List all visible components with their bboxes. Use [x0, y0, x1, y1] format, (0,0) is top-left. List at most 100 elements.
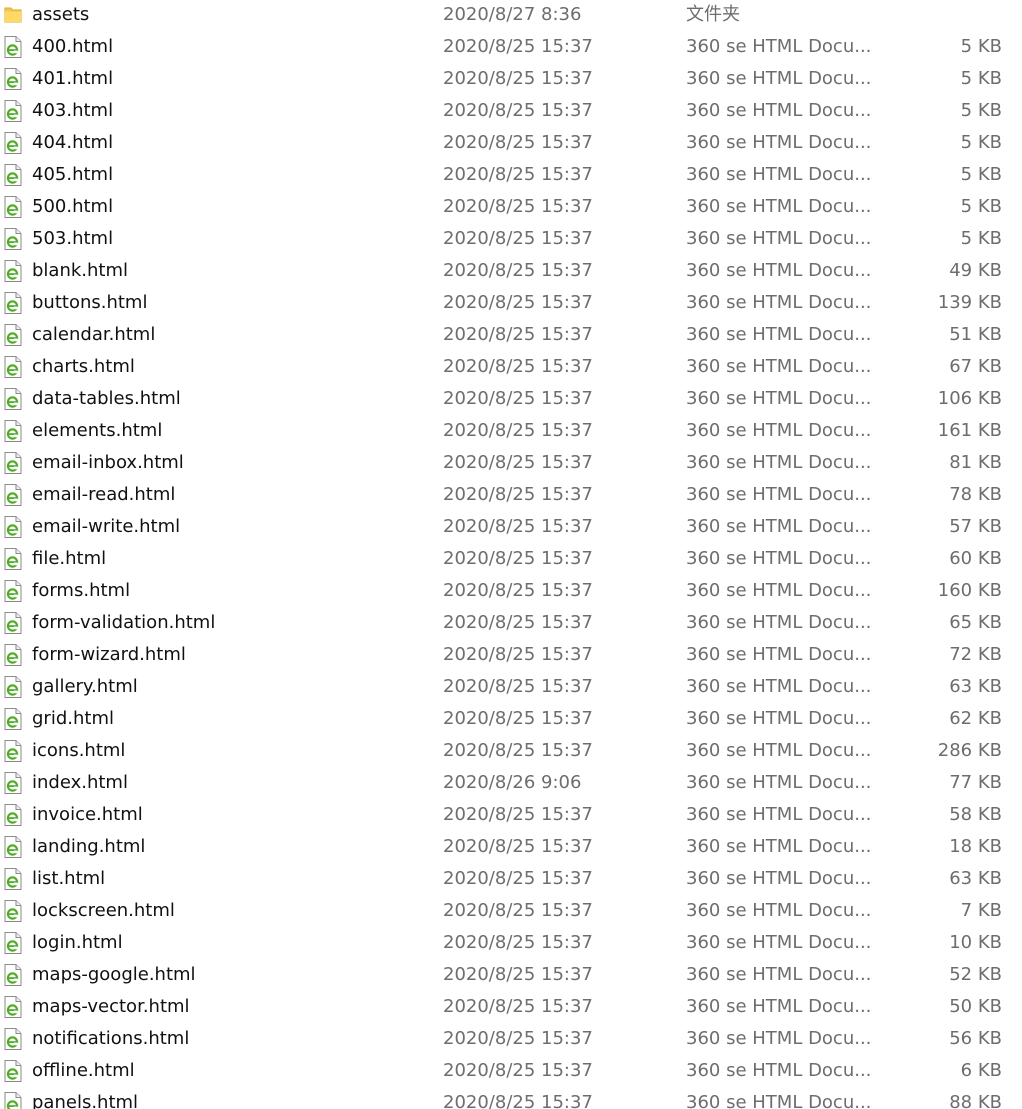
- file-row[interactable]: file.html 2020/8/25 15:37 360 se HTML Docu…: [0, 543, 1022, 575]
- file-row[interactable]: 403.html 2020/8/25 15:37 360 se HTML Docu.…: [0, 95, 1022, 127]
- file-name: email-inbox.html: [32, 452, 184, 473]
- date-modified: 2020/8/25 15:37: [443, 100, 593, 121]
- file-row[interactable]: assets 2020/8/27 8:36 文件夹: [0, 0, 1022, 31]
- file-name: gallery.html: [32, 676, 138, 697]
- date-modified: 2020/8/25 15:37: [443, 356, 593, 377]
- file-row[interactable]: form-validation.html 2020/8/25 15:37 360 s…: [0, 607, 1022, 639]
- file-row[interactable]: login.html 2020/8/25 15:37 360 se HTML Doc…: [0, 927, 1022, 959]
- date-modified: 2020/8/25 15:37: [443, 644, 593, 665]
- date-modified: 2020/8/25 15:37: [443, 996, 593, 1017]
- html-file-icon: [4, 671, 24, 703]
- file-name: email-read.html: [32, 484, 176, 505]
- file-size: 10 KB: [949, 932, 1002, 953]
- file-size: 6 KB: [960, 1060, 1002, 1081]
- file-size: 5 KB: [960, 68, 1002, 89]
- html-file-icon: [4, 1055, 24, 1087]
- file-type: 360 se HTML Docu...: [686, 740, 872, 761]
- file-row[interactable]: grid.html 2020/8/25 15:37 360 se HTML Docu…: [0, 703, 1022, 735]
- date-modified: 2020/8/25 15:37: [443, 260, 593, 281]
- file-size: 51 KB: [949, 324, 1002, 345]
- file-row[interactable]: email-write.html 2020/8/25 15:37 360 se HT…: [0, 511, 1022, 543]
- file-name: notifications.html: [32, 1028, 190, 1049]
- file-row[interactable]: notifications.html 2020/8/25 15:37 360 se …: [0, 1023, 1022, 1055]
- file-type: 360 se HTML Docu...: [686, 548, 872, 569]
- file-row[interactable]: icons.html 2020/8/25 15:37 360 se HTML Doc…: [0, 735, 1022, 767]
- file-size: 62 KB: [949, 708, 1002, 729]
- file-row[interactable]: maps-google.html 2020/8/25 15:37 360 se HT…: [0, 959, 1022, 991]
- file-row[interactable]: blank.html 2020/8/25 15:37 360 se HTML Doc…: [0, 255, 1022, 287]
- file-name: forms.html: [32, 580, 131, 601]
- html-file-icon: [4, 1023, 24, 1055]
- file-name: 400.html: [32, 36, 114, 57]
- file-name: form-wizard.html: [32, 644, 186, 665]
- file-name: 404.html: [32, 132, 114, 153]
- file-row[interactable]: 503.html 2020/8/25 15:37 360 se HTML Docu.…: [0, 223, 1022, 255]
- file-row[interactable]: index.html 2020/8/26 9:06 360 se HTML Docu…: [0, 767, 1022, 799]
- html-file-icon: [4, 415, 24, 447]
- file-type: 360 se HTML Docu...: [686, 964, 872, 985]
- file-row[interactable]: 400.html 2020/8/25 15:37 360 se HTML Docu.…: [0, 31, 1022, 63]
- file-row[interactable]: 404.html 2020/8/25 15:37 360 se HTML Docu.…: [0, 127, 1022, 159]
- file-name: maps-vector.html: [32, 996, 190, 1017]
- file-row[interactable]: maps-vector.html 2020/8/25 15:37 360 se HT…: [0, 991, 1022, 1023]
- file-name: index.html: [32, 772, 128, 793]
- date-modified: 2020/8/26 9:06: [443, 772, 582, 793]
- html-file-icon: [4, 831, 24, 863]
- date-modified: 2020/8/25 15:37: [443, 1028, 593, 1049]
- html-file-icon: [4, 383, 24, 415]
- date-modified: 2020/8/25 15:37: [443, 68, 593, 89]
- file-row[interactable]: 405.html 2020/8/25 15:37 360 se HTML Docu.…: [0, 159, 1022, 191]
- file-type: 360 se HTML Docu...: [686, 260, 872, 281]
- file-size: 78 KB: [949, 484, 1002, 505]
- file-size: 5 KB: [960, 164, 1002, 185]
- file-row[interactable]: elements.html 2020/8/25 15:37 360 se HTML …: [0, 415, 1022, 447]
- file-row[interactable]: list.html 2020/8/25 15:37 360 se HTML Docu…: [0, 863, 1022, 895]
- file-row[interactable]: offline.html 2020/8/25 15:37 360 se HTML D…: [0, 1055, 1022, 1087]
- file-row[interactable]: charts.html 2020/8/25 15:37 360 se HTML Do…: [0, 351, 1022, 383]
- file-size: 72 KB: [949, 644, 1002, 665]
- file-row[interactable]: gallery.html 2020/8/25 15:37 360 se HTML D…: [0, 671, 1022, 703]
- file-size: 63 KB: [949, 868, 1002, 889]
- file-size: 77 KB: [949, 772, 1002, 793]
- file-row[interactable]: panels.html 2020/8/25 15:37 360 se HTML Do…: [0, 1087, 1022, 1109]
- file-row[interactable]: 500.html 2020/8/25 15:37 360 se HTML Docu.…: [0, 191, 1022, 223]
- file-size: 67 KB: [949, 356, 1002, 377]
- file-name: assets: [32, 4, 90, 25]
- date-modified: 2020/8/25 15:37: [443, 228, 593, 249]
- html-file-icon: [4, 191, 24, 223]
- file-row[interactable]: 401.html 2020/8/25 15:37 360 se HTML Docu.…: [0, 63, 1022, 95]
- html-file-icon: [4, 31, 24, 63]
- file-name: 405.html: [32, 164, 114, 185]
- file-size: 139 KB: [937, 292, 1002, 313]
- html-file-icon: [4, 511, 24, 543]
- file-name: landing.html: [32, 836, 146, 857]
- file-row[interactable]: lockscreen.html 2020/8/25 15:37 360 se HTM…: [0, 895, 1022, 927]
- file-name: buttons.html: [32, 292, 148, 313]
- file-row[interactable]: invoice.html 2020/8/25 15:37 360 se HTML D…: [0, 799, 1022, 831]
- file-type: 360 se HTML Docu...: [686, 1060, 872, 1081]
- file-row[interactable]: calendar.html 2020/8/25 15:37 360 se HTML …: [0, 319, 1022, 351]
- file-name: 403.html: [32, 100, 114, 121]
- file-row[interactable]: forms.html 2020/8/25 15:37 360 se HTML Doc…: [0, 575, 1022, 607]
- date-modified: 2020/8/25 15:37: [443, 740, 593, 761]
- file-row[interactable]: data-tables.html 2020/8/25 15:37 360 se HT…: [0, 383, 1022, 415]
- file-row[interactable]: buttons.html 2020/8/25 15:37 360 se HTML D…: [0, 287, 1022, 319]
- file-size: 49 KB: [949, 260, 1002, 281]
- file-row[interactable]: email-read.html 2020/8/25 15:37 360 se HTM…: [0, 479, 1022, 511]
- date-modified: 2020/8/25 15:37: [443, 548, 593, 569]
- file-name: charts.html: [32, 356, 135, 377]
- file-row[interactable]: form-wizard.html 2020/8/25 15:37 360 se HT…: [0, 639, 1022, 671]
- date-modified: 2020/8/25 15:37: [443, 420, 593, 441]
- file-row[interactable]: email-inbox.html 2020/8/25 15:37 360 se HT…: [0, 447, 1022, 479]
- html-file-icon: [4, 767, 24, 799]
- file-size: 5 KB: [960, 196, 1002, 217]
- file-type: 360 se HTML Docu...: [686, 196, 872, 217]
- file-row[interactable]: landing.html 2020/8/25 15:37 360 se HTML D…: [0, 831, 1022, 863]
- file-size: 88 KB: [949, 1092, 1002, 1109]
- file-type: 360 se HTML Docu...: [686, 132, 872, 153]
- file-type: 360 se HTML Docu...: [686, 356, 872, 377]
- date-modified: 2020/8/25 15:37: [443, 516, 593, 537]
- file-type: 360 se HTML Docu...: [686, 452, 872, 473]
- file-type: 文件夹: [686, 4, 740, 25]
- file-type: 360 se HTML Docu...: [686, 1028, 872, 1049]
